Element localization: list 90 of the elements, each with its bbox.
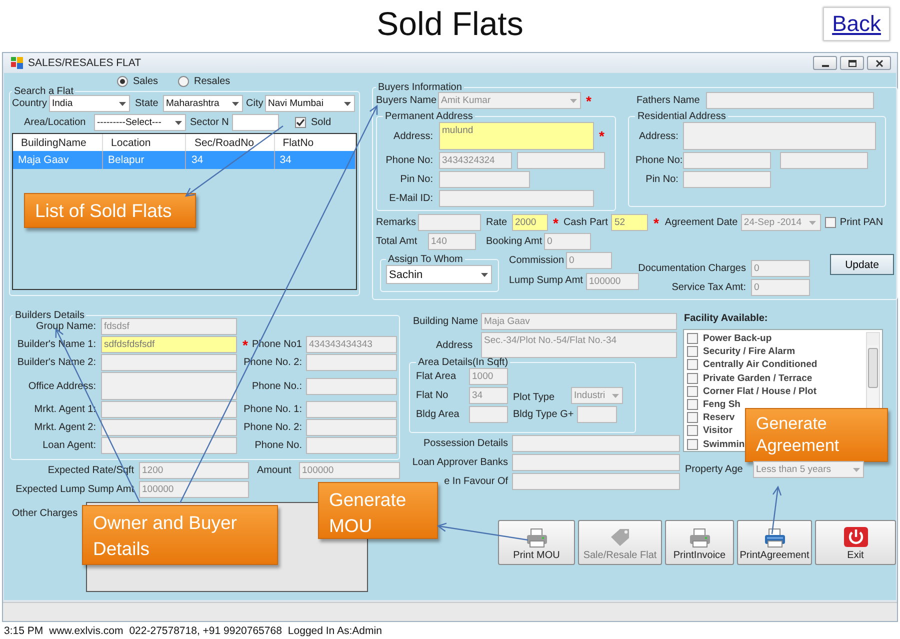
group-title: Buyers Information <box>377 82 463 93</box>
field-label: Address: <box>392 130 433 142</box>
field-label: Flat Area <box>416 371 458 382</box>
field-label: Pin No: <box>644 174 678 185</box>
field-label: Mrkt. Agent 2: <box>33 422 97 433</box>
field-label: Total Amt <box>376 236 418 247</box>
field-label: Builder's Name 1: <box>16 339 97 350</box>
required-mark: * <box>242 340 248 350</box>
field-label: Sector N <box>190 117 230 128</box>
field-label: Group Name: <box>34 321 97 332</box>
table-cell: Maja Gaav <box>13 151 103 169</box>
required-mark: * <box>586 96 592 106</box>
field-label: Area/Location <box>24 117 87 128</box>
field-label: Country <box>12 98 48 109</box>
field-label: E-Mail ID: <box>388 193 433 204</box>
radio-label: Resales <box>194 76 230 86</box>
field-label: Possession Details <box>422 438 508 449</box>
field-label: Plot Type <box>513 392 556 403</box>
field-label: Address: <box>638 130 678 142</box>
field-label: Remarks <box>376 217 418 228</box>
radio-label: Sales <box>133 76 158 86</box>
field-label: Pin No: <box>399 174 433 185</box>
field-label: Builder's Name 2: <box>16 357 97 368</box>
checkbox-label: Corner Flat / House / Plot <box>703 386 816 397</box>
group-title: Assign To Whom <box>387 254 464 265</box>
callout-tooltip: List of Sold Flats <box>24 193 196 228</box>
field-label: Lump Sump Amt <box>509 275 584 286</box>
status-text: Logged In As:Admin <box>288 625 382 637</box>
checkbox-label: Security / Fire Alarm <box>703 346 796 358</box>
field-label: Service Tax Amt: <box>670 282 746 293</box>
table-cell: Belapur <box>102 151 186 169</box>
field-label: Agreement Date <box>664 217 739 228</box>
group-title: Residential Address <box>636 111 727 122</box>
list-title: Facility Available: <box>684 313 769 324</box>
group-title: Area Details(In Sqft) <box>417 357 510 368</box>
callout-tooltip: Generate Agreement <box>745 408 888 462</box>
checkbox-label: Visitor <box>703 425 732 436</box>
checkbox-label: Swimmin <box>703 438 745 450</box>
callout-tooltip: Owner and Buyer Details <box>82 505 278 565</box>
field-label: Office Address: <box>27 380 97 392</box>
checkbox-label: Print PAN <box>840 217 884 228</box>
field-label: Buyers Name <box>376 95 438 106</box>
status-text: www.exlvis.com <box>49 625 124 637</box>
checkbox-label: Power Back-up <box>703 333 772 344</box>
field-label: Phone No. 1: <box>244 404 302 415</box>
table-cell: 34 <box>274 151 356 169</box>
checkbox-label: Feng Sh <box>703 399 740 410</box>
checkbox-label: Centrally Air Conditioned <box>703 359 818 370</box>
field-label: Expected Rate/Sqft <box>46 465 134 476</box>
field-label: Phone No1 <box>252 339 302 350</box>
group-title: Permanent Address <box>384 111 474 122</box>
field-label: Other Charges <box>12 508 78 519</box>
checkbox-label: Sold <box>311 117 332 128</box>
field-label: City <box>246 98 264 109</box>
checkbox-label: Private Garden / Terrace <box>703 372 812 384</box>
field-label: e In Favour Of <box>443 476 508 487</box>
callout-tooltip: Generate MOU <box>318 482 438 539</box>
field-label: Loan Approver Banks <box>411 457 508 468</box>
field-label: Phone No. <box>254 440 302 451</box>
field-label: Phone No: <box>384 155 433 166</box>
status-text: 022-27578718, +91 9920765768 <box>129 625 282 637</box>
field-label: Phone No.: <box>252 380 302 392</box>
checkbox-label: Reserv <box>703 412 735 424</box>
field-label: Amount <box>257 465 292 476</box>
field-label: Bldg Type G+ <box>513 409 575 420</box>
group-title: Search a Flat <box>13 86 74 97</box>
field-label: Mrkt. Agent 1: <box>33 404 97 415</box>
field-label: Booking Amt <box>486 236 544 247</box>
field-label: Bldg Area <box>416 409 460 420</box>
page-title: Sold Flats <box>376 4 524 44</box>
field-label: Phone No. 2: <box>244 357 302 368</box>
field-label: Phone No. 2: <box>244 422 302 433</box>
table-cell: 34 <box>186 151 274 169</box>
field-label: State <box>135 98 160 109</box>
required-mark: * <box>653 218 659 228</box>
required-mark: * <box>553 218 558 228</box>
field-label: Flat No <box>416 390 450 401</box>
field-label: Rate <box>486 217 508 228</box>
field-label: Property Age <box>684 464 744 475</box>
required-mark: * <box>599 131 604 141</box>
group-title: Builders Details <box>14 310 86 321</box>
field-label: Documentation Charges <box>637 263 746 274</box>
field-label: Building Name <box>412 316 480 327</box>
status-text: 3:15 PM <box>4 625 44 637</box>
field-label: Commission <box>509 255 566 266</box>
field-label: Address <box>435 340 474 350</box>
field-label: Loan Agent: <box>42 440 97 451</box>
field-label: Cash Part <box>563 217 609 228</box>
window-title: SALES/RESALES FLAT <box>28 57 142 69</box>
field-label: Fathers Name <box>636 95 701 106</box>
